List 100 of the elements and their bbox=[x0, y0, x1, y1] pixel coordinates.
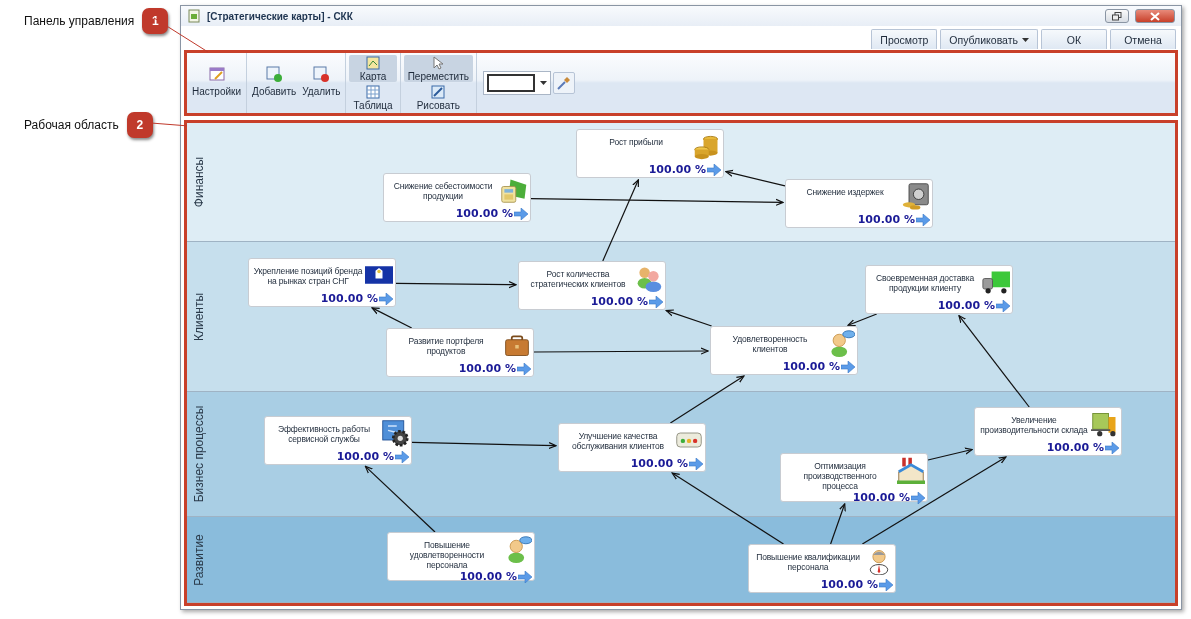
connector-arrow bbox=[725, 169, 786, 187]
restore-button[interactable] bbox=[1105, 9, 1129, 23]
connector-arrow bbox=[830, 503, 846, 545]
objective-card[interactable]: Увеличение производительности склада 100.00 % bbox=[974, 407, 1122, 456]
objective-title: Оптимизация производственного процесса bbox=[802, 460, 878, 491]
arrow-right-icon[interactable] bbox=[1105, 441, 1119, 454]
eyedropper-icon bbox=[555, 75, 572, 91]
objective-card[interactable]: Своевременная доставка продукции клиенту 100.00 % bbox=[865, 265, 1013, 314]
color-picker[interactable] bbox=[482, 71, 551, 95]
callout-label: Панель управления bbox=[24, 14, 135, 28]
add-icon bbox=[266, 66, 283, 82]
tool-toggle[interactable]: Рисовать bbox=[403, 84, 473, 111]
objective-card[interactable]: Оптимизация производственного процесса 100.00 % bbox=[780, 453, 928, 502]
close-button[interactable] bbox=[1135, 9, 1175, 23]
objective-value: 100.00 % bbox=[820, 578, 878, 591]
objective-title: Своевременная доставка продукции клиенту bbox=[875, 272, 975, 293]
lane-label: Бизнес процессы bbox=[192, 405, 206, 503]
map-icon bbox=[366, 55, 381, 70]
view-mode-tab[interactable]: Карта bbox=[349, 55, 397, 82]
pencil-icon bbox=[431, 84, 446, 99]
calendar-pencil-icon bbox=[208, 66, 225, 82]
action-button[interactable]: Просмотр bbox=[871, 29, 938, 49]
arrow-right-icon[interactable] bbox=[649, 295, 663, 308]
arrow-right-icon[interactable] bbox=[514, 207, 528, 220]
connector-arrow bbox=[665, 309, 713, 327]
arrow-right-icon[interactable] bbox=[996, 299, 1010, 312]
settings-button[interactable]: Настройки bbox=[190, 55, 244, 111]
callout-number: 1 bbox=[142, 8, 169, 34]
arrow-right-icon[interactable] bbox=[841, 360, 855, 373]
objective-title: Увеличение производительности склада bbox=[979, 414, 1089, 435]
caret-icon bbox=[1022, 37, 1029, 42]
objective-title: Повышение квалификации персонала bbox=[755, 551, 861, 572]
connector-arrow bbox=[364, 465, 436, 533]
connector-arrow bbox=[371, 307, 413, 329]
factory-icon bbox=[897, 456, 925, 484]
table-icon bbox=[366, 84, 381, 99]
objective-title: Рост прибыли bbox=[608, 136, 664, 147]
objective-card[interactable]: Рост количества стратегических клиентов 100.00 % bbox=[518, 261, 666, 310]
objective-card[interactable]: Развитие портфеля продуктов 100.00 % bbox=[386, 328, 534, 377]
safe-icon bbox=[902, 182, 930, 210]
arrow-right-icon[interactable] bbox=[689, 457, 703, 470]
objective-value: 100.00 % bbox=[648, 163, 706, 176]
view-mode-tab[interactable]: Таблица bbox=[349, 84, 397, 111]
gear-screen-icon bbox=[381, 419, 409, 447]
objective-value: 100.00 % bbox=[459, 570, 517, 583]
objective-title: Укрепление позиций бренда на рынках стран СНГ bbox=[253, 265, 363, 286]
objective-value: 100.00 % bbox=[458, 362, 516, 375]
objective-title: Снижение себестоимости продукции bbox=[392, 180, 494, 201]
arrow-right-icon[interactable] bbox=[379, 292, 393, 305]
objective-value: 100.00 % bbox=[630, 457, 688, 470]
objective-title: Повышение удовлетворенности персонала bbox=[408, 539, 486, 570]
callout-number: 2 bbox=[126, 112, 153, 138]
objective-title: Рост количества стратегических клиентов bbox=[529, 268, 627, 289]
objective-value: 100.00 % bbox=[336, 450, 394, 463]
delete-button[interactable]: Удалить bbox=[300, 55, 343, 111]
arrow-right-icon[interactable] bbox=[518, 570, 532, 583]
objective-title: Эффективность работы сервисной службы bbox=[277, 423, 371, 444]
objective-value: 100.00 % bbox=[1046, 441, 1104, 454]
lane-label: Клиенты bbox=[192, 292, 206, 341]
objective-card[interactable]: Улучшение качества обслуживания клиентов 100.00 % bbox=[558, 423, 706, 472]
objective-value: 100.00 % bbox=[455, 207, 513, 220]
objective-card[interactable]: Эффективность работы сервисной службы 100.00 % bbox=[264, 416, 412, 465]
lane-label: Финансы bbox=[192, 156, 206, 208]
callout-label: Рабочая область bbox=[24, 118, 119, 132]
objective-value: 100.00 % bbox=[857, 213, 915, 226]
objective-title: Развитие портфеля продуктов bbox=[407, 335, 485, 356]
dropdown-button[interactable]: Опубликовать bbox=[940, 29, 1038, 49]
objective-title: Снижение издержек bbox=[805, 186, 885, 197]
add-button[interactable]: Добавить bbox=[250, 55, 299, 111]
objective-card[interactable]: Рост прибыли 100.00 % bbox=[576, 129, 724, 178]
objective-card[interactable]: Повышение квалификации персонала 100.00 % bbox=[748, 544, 896, 593]
objective-title: Улучшение качества обслуживания клиентов bbox=[571, 430, 665, 451]
objective-value: 100.00 % bbox=[590, 295, 648, 308]
arrow-right-icon[interactable] bbox=[911, 491, 925, 504]
objective-card[interactable]: Повышение удовлетворенности персонала 100.00 % bbox=[387, 532, 535, 581]
objective-value: 100.00 % bbox=[937, 299, 995, 312]
arrow-right-icon[interactable] bbox=[517, 362, 531, 375]
action-button[interactable]: Отмена bbox=[1110, 29, 1176, 49]
tool-toggle[interactable]: Переместить bbox=[403, 55, 473, 82]
close-icon bbox=[1150, 11, 1160, 21]
objective-card[interactable]: Удовлетворенность клиентов 100.00 % bbox=[710, 326, 858, 375]
forklift-icon bbox=[1091, 410, 1119, 438]
objective-card[interactable]: Снижение себестоимости продукции 100.00 % bbox=[383, 173, 531, 222]
window-title: [Стратегические карты] - СКК bbox=[207, 10, 353, 22]
restore-icon bbox=[1112, 11, 1122, 21]
arrow-right-icon[interactable] bbox=[395, 450, 409, 463]
arrow-right-icon[interactable] bbox=[879, 578, 893, 591]
objective-title: Удовлетворенность клиентов bbox=[731, 333, 809, 354]
cursor-icon bbox=[431, 55, 446, 70]
objective-value: 100.00 % bbox=[852, 491, 910, 504]
arrow-right-icon[interactable] bbox=[916, 213, 930, 226]
action-button[interactable]: ОК bbox=[1041, 29, 1107, 49]
arrow-right-icon[interactable] bbox=[707, 163, 721, 176]
delete-icon bbox=[313, 66, 330, 82]
lane-label: Развитие bbox=[192, 533, 206, 586]
objective-card[interactable]: Укрепление позиций бренда на рынках стран СНГ 100.00 % bbox=[248, 258, 396, 307]
eyedropper-button[interactable] bbox=[552, 72, 575, 94]
connector-arrow bbox=[847, 313, 878, 327]
objective-value: 100.00 % bbox=[782, 360, 840, 373]
objective-card[interactable]: Снижение издержек 100.00 % bbox=[785, 179, 933, 228]
